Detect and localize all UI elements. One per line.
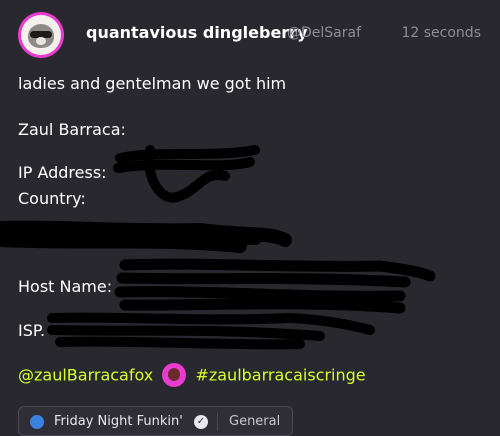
verified-icon: ✓ <box>194 415 208 429</box>
tags-line: @zaulBarracafox #zaulbarracaiscringe <box>18 363 366 388</box>
redaction-scribble <box>0 145 436 350</box>
embed-channel: General <box>229 414 281 429</box>
embed-title: Friday Night Funkin' <box>54 414 183 429</box>
hashtag-link[interactable]: #zaulbarracaiscringe <box>195 366 365 385</box>
community-embed[interactable]: Friday Night Funkin' ✓ General <box>18 406 293 436</box>
post: quantavious dingleberry @DelSaraf 12 sec… <box>0 0 500 436</box>
divider <box>217 413 218 431</box>
custom-emoji-icon <box>162 363 187 387</box>
mention-link[interactable]: @zaulBarracafox <box>18 366 153 385</box>
community-icon <box>30 415 44 429</box>
